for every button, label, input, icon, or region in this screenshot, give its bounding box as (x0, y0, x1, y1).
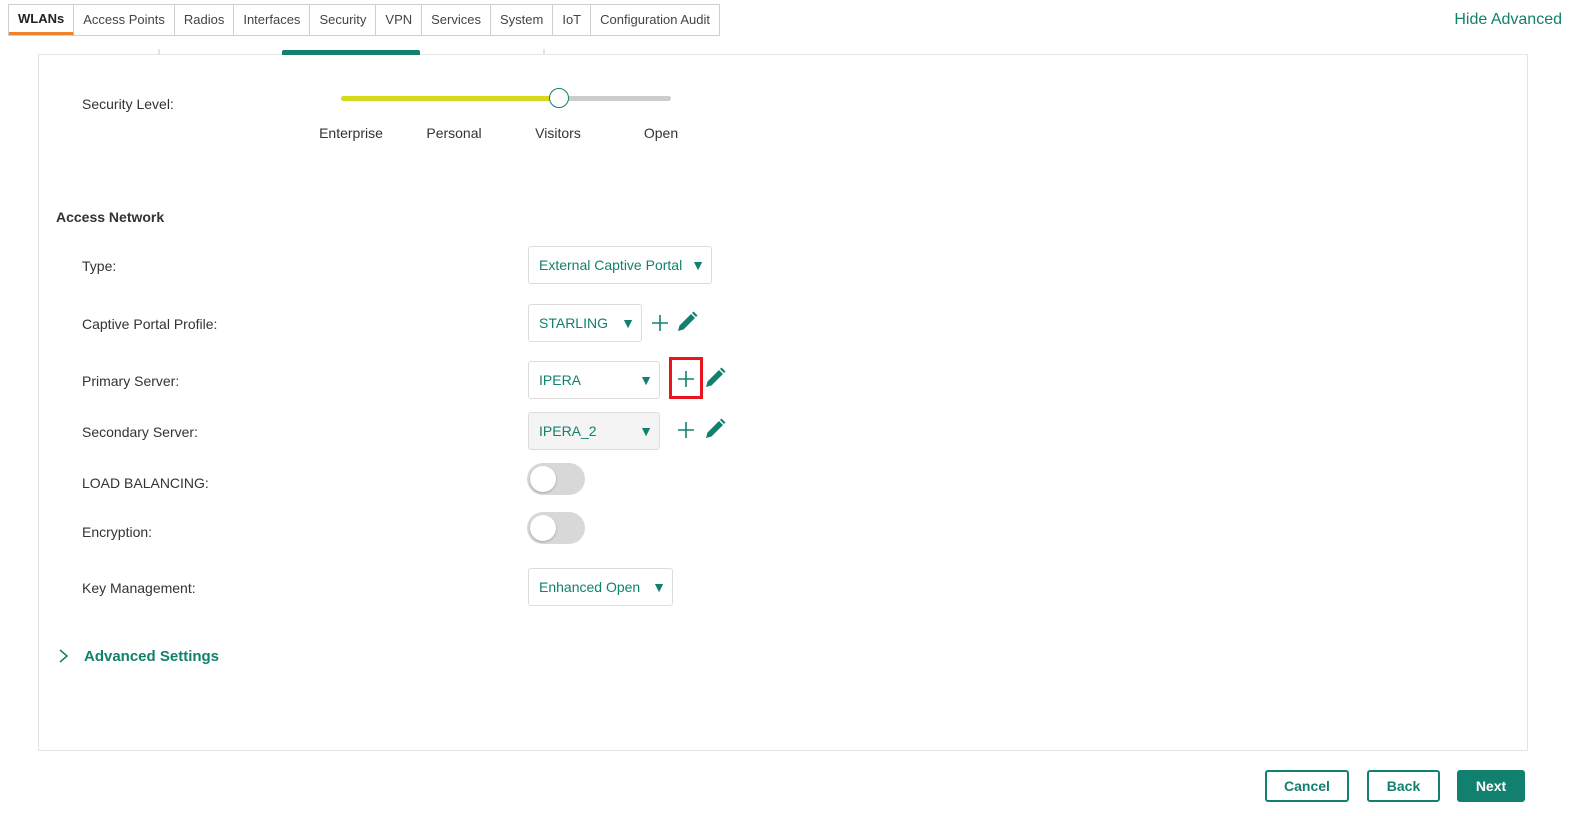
chevron-down-icon: ▼ (639, 372, 653, 388)
tab-configuration-audit[interactable]: Configuration Audit (591, 5, 719, 35)
type-select[interactable]: External Captive Portal ▼ (528, 246, 712, 284)
top-tab-bar: WLANs Access Points Radios Interfaces Se… (8, 4, 720, 36)
access-network-title: Access Network (56, 209, 165, 225)
type-select-value: External Captive Portal (539, 257, 683, 273)
tab-interfaces[interactable]: Interfaces (234, 5, 311, 35)
toggle-knob (530, 515, 556, 541)
security-level-personal[interactable]: Personal (404, 125, 504, 141)
add-captive-portal-profile-plus-icon[interactable] (648, 311, 672, 335)
security-level-enterprise[interactable]: Enterprise (301, 125, 401, 141)
wlan-form-card (38, 55, 1528, 751)
key-management-value: Enhanced Open (539, 579, 641, 595)
edit-captive-portal-profile-pencil-icon[interactable] (675, 310, 699, 334)
advanced-settings-label: Advanced Settings (84, 647, 220, 665)
encryption-toggle[interactable] (527, 512, 585, 544)
chevron-down-icon: ▼ (652, 579, 666, 595)
captive-portal-profile-select[interactable]: STARLING ▼ (528, 304, 642, 342)
security-level-slider[interactable] (341, 88, 671, 108)
next-button[interactable]: Next (1457, 770, 1525, 802)
primary-server-value: IPERA (539, 372, 582, 388)
chevron-down-icon: ▼ (621, 315, 635, 331)
security-level-slider-handle[interactable] (548, 88, 569, 108)
load-balancing-toggle[interactable] (527, 463, 585, 495)
primary-server-select[interactable]: IPERA ▼ (528, 361, 660, 399)
type-label: Type: (82, 258, 117, 274)
chevron-right-icon (59, 649, 69, 663)
load-balancing-label: LOAD BALANCING: (82, 475, 209, 491)
hide-advanced-link[interactable]: Hide Advanced (1454, 11, 1562, 29)
advanced-settings-toggle[interactable]: Advanced Settings (56, 646, 219, 666)
security-level-visitors[interactable]: Visitors (508, 125, 608, 141)
secondary-server-select[interactable]: IPERA_2 ▼ (528, 412, 660, 450)
tab-radios[interactable]: Radios (174, 5, 235, 35)
key-management-select[interactable]: Enhanced Open ▼ (528, 568, 673, 606)
tab-vpn[interactable]: VPN (376, 5, 423, 35)
edit-secondary-server-pencil-icon[interactable] (703, 417, 727, 441)
encryption-label: Encryption: (82, 524, 153, 540)
add-primary-server-plus-icon[interactable] (674, 367, 698, 391)
captive-portal-profile-value: STARLING (539, 315, 608, 331)
tab-system[interactable]: System (491, 5, 554, 35)
chevron-down-icon: ▼ (639, 423, 653, 439)
chevron-down-icon: ▼ (691, 257, 705, 273)
tab-wlans[interactable]: WLANs (9, 5, 75, 35)
tab-iot[interactable]: IoT (553, 5, 592, 35)
cancel-button[interactable]: Cancel (1265, 770, 1349, 802)
edit-primary-server-pencil-icon[interactable] (703, 366, 727, 390)
tab-security[interactable]: Security (310, 5, 377, 35)
captive-portal-profile-label: Captive Portal Profile: (82, 316, 218, 332)
primary-server-label: Primary Server: (82, 373, 180, 389)
tab-services[interactable]: Services (422, 5, 491, 35)
security-level-open[interactable]: Open (611, 125, 711, 141)
security-level-label: Security Level: (82, 96, 174, 112)
add-secondary-server-plus-icon[interactable] (674, 418, 698, 442)
security-level-slider-fill (341, 96, 559, 101)
toggle-knob (530, 466, 556, 492)
key-management-label: Key Management: (82, 580, 196, 596)
secondary-server-value: IPERA_2 (539, 423, 597, 439)
secondary-server-label: Secondary Server: (82, 424, 198, 440)
tab-access-points[interactable]: Access Points (74, 5, 175, 35)
back-button[interactable]: Back (1367, 770, 1440, 802)
